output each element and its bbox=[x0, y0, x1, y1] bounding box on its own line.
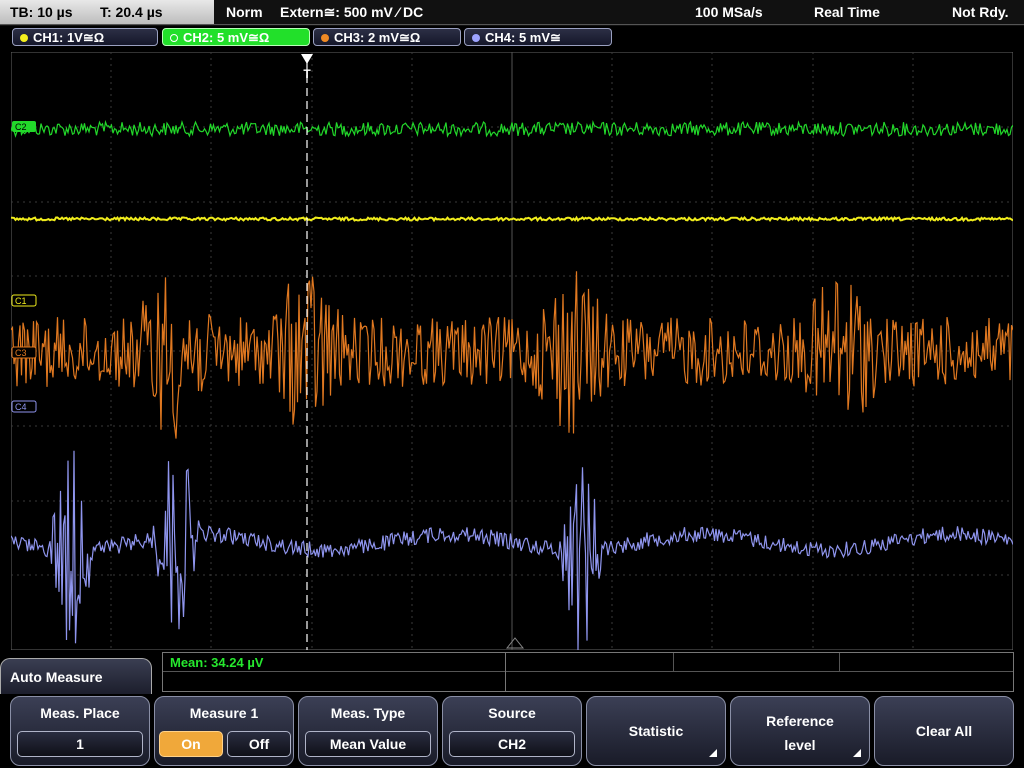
channel-label: CH2: 5 mV≅Ω bbox=[183, 30, 270, 45]
marker-c1-label: C1 bbox=[15, 296, 27, 306]
sample-rate: 100 MSa/s bbox=[695, 4, 763, 20]
measurement-strip bbox=[162, 652, 1014, 692]
source-value[interactable]: CH2 bbox=[449, 731, 575, 757]
waveform-display[interactable]: T C2 C1 C3 C4 bbox=[11, 52, 1013, 650]
softkey-title-line2: level bbox=[784, 737, 816, 753]
marker-c4[interactable]: C4 bbox=[11, 400, 37, 413]
marker-c1[interactable]: C1 bbox=[11, 294, 37, 307]
ch1-dot-icon bbox=[20, 34, 28, 42]
ch3-dot-icon bbox=[321, 34, 329, 42]
softkey-title: Meas. Place bbox=[40, 705, 120, 721]
channel-tab-ch1[interactable]: CH1: 1V≅Ω bbox=[12, 28, 158, 46]
meas-type-softkey[interactable]: Meas. Type Mean Value bbox=[298, 696, 438, 766]
ch2-dot-icon bbox=[170, 34, 178, 42]
channel-tab-ch2[interactable]: CH2: 5 mV≅Ω bbox=[162, 28, 310, 46]
measure1-on-button[interactable]: On bbox=[159, 731, 223, 757]
trigger-mode[interactable]: Norm bbox=[226, 0, 263, 24]
trigger-time-label: T: 20.4 µs bbox=[100, 4, 163, 20]
clear-all-softkey[interactable]: Clear All bbox=[874, 696, 1014, 766]
channel-label: CH4: 5 mV≅ bbox=[485, 30, 561, 45]
trigger-source[interactable]: Extern≅: 500 mV ⁄ DC bbox=[280, 0, 423, 24]
channel-tab-ch3[interactable]: CH3: 2 mV≅Ω bbox=[313, 28, 461, 46]
ch4-dot-icon bbox=[472, 34, 480, 42]
trigger-marker-label: T bbox=[303, 67, 311, 81]
meas-type-value[interactable]: Mean Value bbox=[305, 731, 431, 757]
softkey-title: Source bbox=[488, 705, 536, 721]
submenu-arrow-icon bbox=[853, 749, 861, 757]
softkey-title: Measure 1 bbox=[189, 705, 259, 721]
marker-c3-label: C3 bbox=[15, 348, 27, 358]
source-softkey[interactable]: Source CH2 bbox=[442, 696, 582, 766]
timebase-box[interactable]: TB: 10 µs T: 20.4 µs bbox=[0, 0, 214, 24]
softkey-title: Meas. Type bbox=[330, 705, 406, 721]
marker-c2[interactable]: C2 bbox=[12, 121, 36, 132]
acquisition-mode: Real Time bbox=[814, 4, 880, 20]
divider bbox=[0, 24, 1024, 25]
channel-tab-ch4[interactable]: CH4: 5 mV≅ bbox=[464, 28, 612, 46]
marker-c2-label: C2 bbox=[15, 122, 27, 132]
submenu-arrow-icon bbox=[709, 749, 717, 757]
statistic-softkey[interactable]: Statistic bbox=[586, 696, 726, 766]
softkey-title: Clear All bbox=[915, 723, 973, 739]
marker-c4-label: C4 bbox=[15, 402, 27, 412]
timebase-label: TB: 10 µs bbox=[10, 4, 73, 20]
channel-label: CH3: 2 mV≅Ω bbox=[334, 30, 421, 45]
menu-title: Auto Measure bbox=[0, 658, 152, 694]
softkey-title: Statistic bbox=[628, 723, 684, 739]
reference-level-softkey[interactable]: Reference level bbox=[730, 696, 870, 766]
mean-readout: Mean: 34.24 µV bbox=[170, 655, 264, 670]
run-status: Not Rdy. bbox=[952, 4, 1009, 20]
channel-label: CH1: 1V≅Ω bbox=[33, 30, 105, 45]
measure1-off-button[interactable]: Off bbox=[227, 731, 291, 757]
meas-place-softkey[interactable]: Meas. Place 1 bbox=[10, 696, 150, 766]
measure1-softkey[interactable]: Measure 1 On Off bbox=[154, 696, 294, 766]
marker-c3[interactable]: C3 bbox=[11, 346, 37, 359]
meas-place-value[interactable]: 1 bbox=[17, 731, 143, 757]
softkey-title-line1: Reference bbox=[766, 713, 834, 729]
